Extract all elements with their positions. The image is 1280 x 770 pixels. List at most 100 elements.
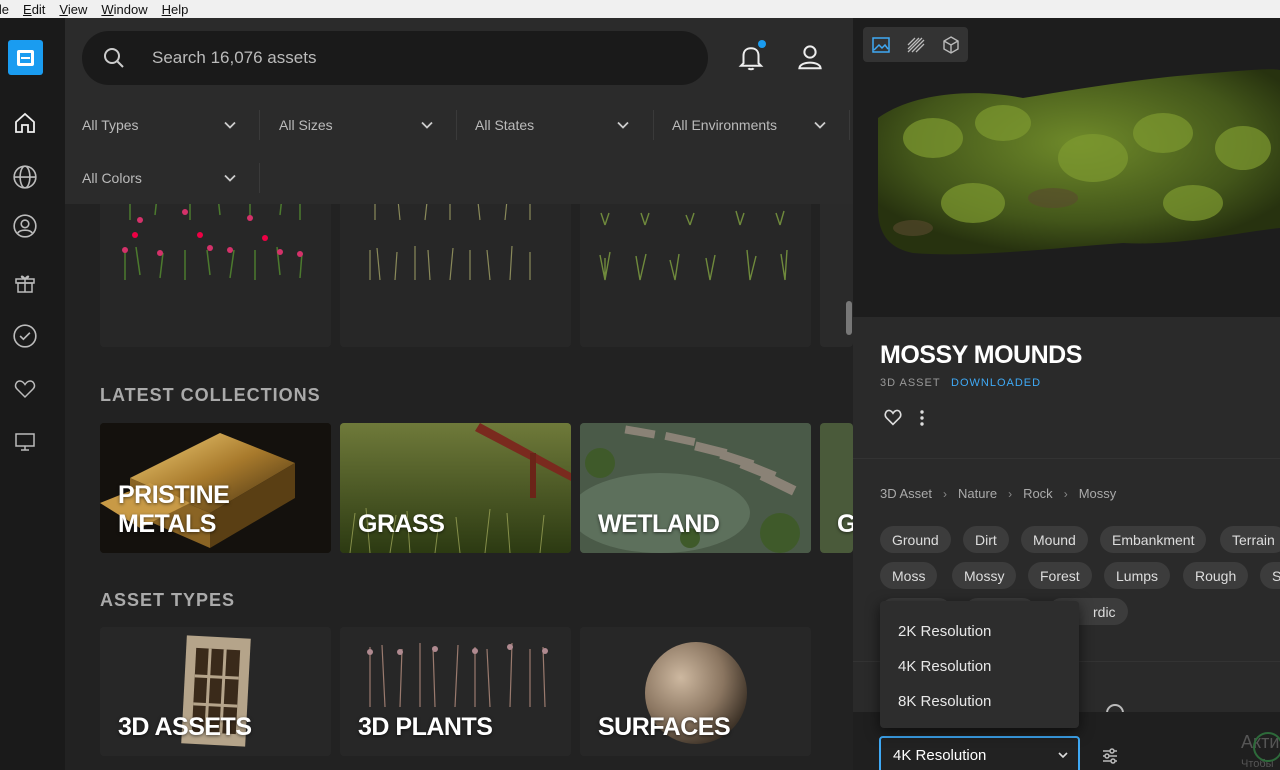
favorite-button[interactable] <box>883 408 903 428</box>
divider <box>853 458 1280 459</box>
tag-chip[interactable]: Ground <box>880 526 951 553</box>
chevron-right-icon: › <box>943 486 948 501</box>
divider <box>259 163 260 193</box>
tag-chip[interactable]: Moss <box>880 562 938 589</box>
download-settings-button[interactable] <box>1101 747 1119 765</box>
account-button[interactable] <box>795 42 825 72</box>
check-circle-icon[interactable] <box>10 321 40 351</box>
filter-label: All Colors <box>82 170 142 186</box>
chevron-down-icon <box>421 121 433 129</box>
asset-type-card-3d-assets[interactable]: 3D ASSETS <box>100 627 331 756</box>
scrollbar-thumb[interactable] <box>846 301 852 335</box>
breadcrumb-item[interactable]: 3D Asset <box>880 486 932 501</box>
globe-icon[interactable] <box>10 162 40 192</box>
tag-chip[interactable]: Rough <box>1183 562 1249 589</box>
chevron-down-icon <box>617 121 629 129</box>
download-status: DOWNLOADED <box>951 377 1042 389</box>
image-view-button[interactable] <box>863 27 898 62</box>
asset-preview[interactable] <box>853 18 1280 317</box>
chevron-right-icon: › <box>1008 486 1013 501</box>
tag-chip[interactable]: Terrain <box>1220 526 1280 553</box>
filter-colors[interactable]: All Colors <box>82 163 237 193</box>
filter-label: All Environments <box>672 117 778 133</box>
tag-chip[interactable]: Mossy <box>952 562 1017 589</box>
tag-chip[interactable]: Forest <box>1028 562 1092 589</box>
asset-detail-panel: MOSSY MOUNDS 3D ASSET DOWNLOADED 3D Asse… <box>853 18 1280 770</box>
asset-type-label: 3D ASSETS <box>118 713 252 741</box>
heart-icon[interactable] <box>10 374 40 404</box>
plants-tile-1[interactable] <box>100 190 331 347</box>
browse-panel: LATEST COLLECTIONS PRISTINE METALS GRASS <box>65 18 853 770</box>
asset-type-label: SURFACES <box>598 713 731 741</box>
collection-label: PRISTINE METALS <box>118 481 230 538</box>
status-circle <box>1253 732 1280 762</box>
collection-label: G <box>837 510 853 538</box>
asset-type-card-surfaces[interactable]: SURFACES <box>580 627 811 756</box>
view-mode-toggle <box>863 27 968 62</box>
model-view-button[interactable] <box>933 27 968 62</box>
image-icon <box>871 36 890 53</box>
user-circle-icon[interactable] <box>10 211 40 241</box>
breadcrumb-item[interactable]: Mossy <box>1079 486 1117 501</box>
tag-chip[interactable]: Mound <box>1021 526 1088 553</box>
breadcrumb-item[interactable]: Nature <box>958 486 997 501</box>
sliders-icon <box>1103 748 1117 764</box>
plants-thumbnail <box>100 190 331 347</box>
menu-bar: ile Edit View Window Help <box>0 0 1280 18</box>
monitor-icon[interactable] <box>10 427 40 457</box>
tag-chip[interactable]: Dirt <box>963 526 1009 553</box>
bridge-logo[interactable] <box>8 40 43 75</box>
search-bar[interactable]: Search 16,076 assets <box>82 31 708 85</box>
menu-help[interactable]: Help <box>162 2 189 17</box>
tag-chip[interactable]: Lumps <box>1104 562 1171 589</box>
lines-icon <box>907 37 924 52</box>
gift-icon[interactable] <box>10 268 40 298</box>
filter-label: All Types <box>82 117 139 133</box>
divider <box>653 110 654 140</box>
resolution-option[interactable]: 2K Resolution <box>898 623 991 640</box>
menu-edit[interactable]: Edit <box>23 2 45 17</box>
filter-environments[interactable]: All Environments <box>672 110 827 140</box>
menu-file[interactable]: ile <box>0 2 9 17</box>
menu-view[interactable]: View <box>59 2 87 17</box>
tag-chip[interactable]: Embankment <box>1100 526 1207 553</box>
asset-type-card-3d-plants[interactable]: 3D PLANTS <box>340 627 571 756</box>
asset-title: MOSSY MOUNDS <box>880 341 1082 369</box>
breadcrumb: 3D Asset › Nature › Rock › Mossy <box>880 486 1116 501</box>
menu-window[interactable]: Window <box>101 2 147 17</box>
heart-icon <box>884 409 902 426</box>
filter-label: All Sizes <box>279 117 333 133</box>
collection-label: GRASS <box>358 510 445 538</box>
notification-dot <box>758 40 766 48</box>
chevron-down-icon <box>224 174 236 182</box>
resolution-option[interactable]: 8K Resolution <box>898 693 991 710</box>
more-options-button[interactable] <box>919 409 929 427</box>
plants-tile-3[interactable] <box>580 190 811 347</box>
filter-types[interactable]: All Types <box>82 110 237 140</box>
collection-card-wetland[interactable]: WETLAND <box>580 423 811 553</box>
filter-states[interactable]: All States <box>475 110 630 140</box>
resolution-option[interactable]: 4K Resolution <box>898 658 991 675</box>
divider <box>849 110 850 140</box>
texture-view-button[interactable] <box>898 27 933 62</box>
breadcrumb-item[interactable]: Rock <box>1023 486 1053 501</box>
home-icon[interactable] <box>10 108 40 138</box>
plants-thumbnail-2 <box>340 190 571 347</box>
notifications-button[interactable] <box>736 40 766 72</box>
tag-chip[interactable]: S <box>1260 562 1280 589</box>
cube-icon <box>942 35 959 54</box>
plants-thumbnail-3 <box>580 190 811 347</box>
search-input[interactable]: Search 16,076 assets <box>152 48 316 68</box>
resolution-select[interactable]: 4K Resolution <box>879 736 1080 770</box>
filter-sizes[interactable]: All Sizes <box>279 110 434 140</box>
collection-card-pristine-metals[interactable]: PRISTINE METALS <box>100 423 331 553</box>
collection-label: WETLAND <box>598 510 720 538</box>
collection-card-grass[interactable]: GRASS <box>340 423 571 553</box>
asset-type-label: 3D PLANTS <box>358 713 493 741</box>
plants-tile-2[interactable] <box>340 190 571 347</box>
chevron-right-icon: › <box>1063 486 1068 501</box>
collection-card-partial[interactable]: G <box>820 423 853 553</box>
divider <box>456 110 457 140</box>
chevron-down-icon <box>814 121 826 129</box>
user-icon <box>798 45 822 70</box>
